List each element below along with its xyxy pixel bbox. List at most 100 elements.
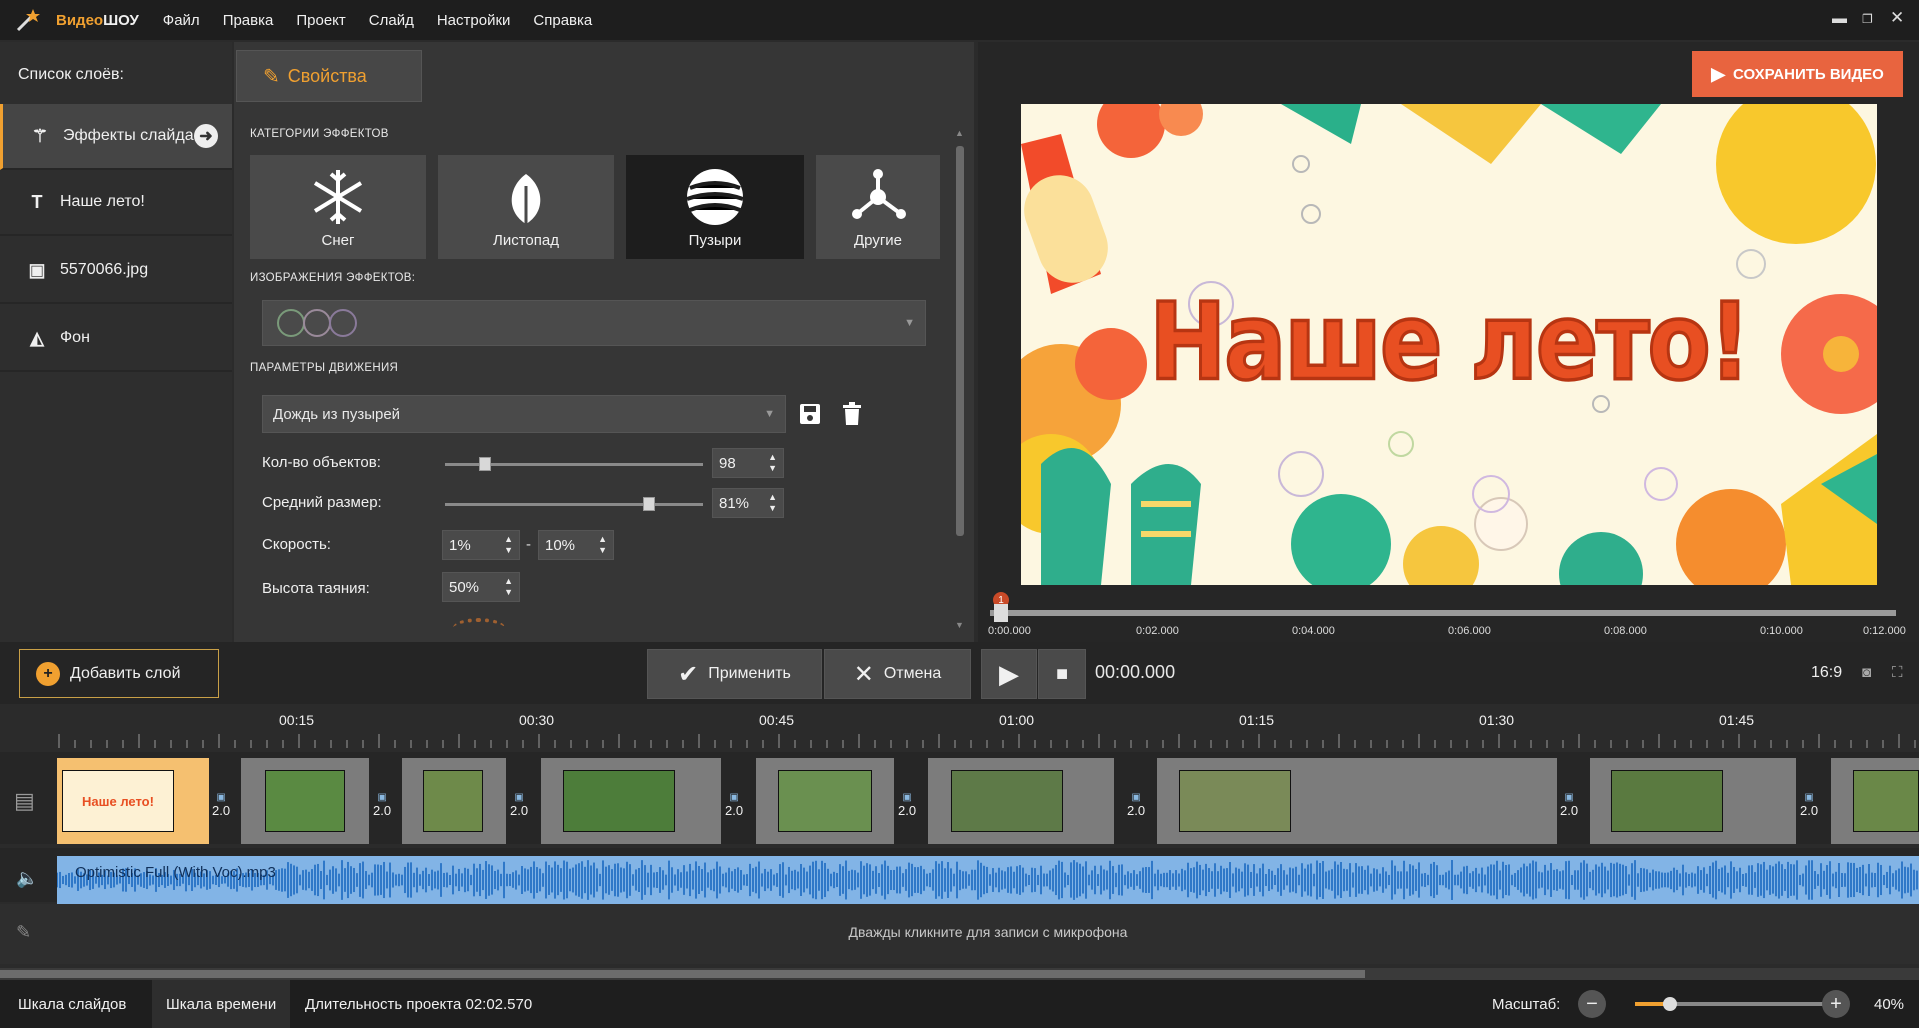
motion-title: ПАРАМЕТРЫ ДВИЖЕНИЯ: [250, 362, 399, 374]
image-icon: ▣: [28, 259, 46, 280]
transition-duration[interactable]: ▣ 2.0: [725, 788, 743, 818]
status-bar: Шкала слайдов Шкала времени Длительность…: [0, 980, 1919, 1028]
apply-button[interactable]: ✔ Применить: [647, 649, 822, 699]
menu-project[interactable]: Проект: [296, 12, 345, 29]
trash-icon[interactable]: [842, 402, 862, 426]
layer-item-text[interactable]: T Наше лето!: [0, 170, 232, 236]
transition-duration[interactable]: ▣ 2.0: [898, 788, 916, 818]
menu-settings[interactable]: Настройки: [437, 12, 511, 29]
category-snow[interactable]: Снег: [250, 155, 426, 259]
cancel-button[interactable]: ✕ Отмена: [824, 649, 971, 699]
fullscreen-icon[interactable]: ⛶: [1892, 664, 1903, 681]
preview-canvas[interactable]: Наше лето!: [1021, 104, 1877, 585]
close-icon[interactable]: ✕: [1890, 8, 1904, 28]
preview-tick: 0:08.000: [1604, 625, 1647, 637]
transition-duration[interactable]: ▣ 2.0: [1127, 788, 1145, 818]
motion-preset-select[interactable]: Дождь из пузырей ▼: [262, 395, 786, 433]
menu-bar: ВидеоШОУ Файл Правка Проект Слайд Настро…: [0, 0, 1919, 40]
transition-duration[interactable]: ▣ 2.0: [212, 788, 230, 818]
menu-edit[interactable]: Правка: [223, 12, 274, 29]
transition-duration[interactable]: ▣ 2.0: [1800, 788, 1818, 818]
transition-duration[interactable]: ▣ 2.0: [1560, 788, 1578, 818]
timeline-scrollbar[interactable]: [0, 968, 1919, 980]
category-other[interactable]: Другие: [816, 155, 940, 259]
scroll-up-icon[interactable]: ▲: [955, 128, 964, 138]
transition-duration[interactable]: ▣ 2.0: [510, 788, 528, 818]
save-video-button[interactable]: ▶ СОХРАНИТЬ ВИДЕО: [1692, 51, 1903, 97]
spin-arrows-icon[interactable]: ▲ ▼: [598, 534, 607, 556]
transition-duration[interactable]: ▣ 2.0: [373, 788, 391, 818]
stop-button[interactable]: ■: [1038, 649, 1086, 699]
menu-slide[interactable]: Слайд: [369, 12, 414, 29]
preview-title-text: Наше лето!: [1148, 279, 1752, 405]
speed-label: Скорость:: [262, 536, 331, 553]
preview-tick: 0:04.000: [1292, 625, 1335, 637]
speed-min-spinbox[interactable]: 1% ▲ ▼: [442, 530, 520, 560]
zoom-slider-knob[interactable]: [1663, 997, 1677, 1011]
layer-item-background[interactable]: ◭ Фон: [0, 306, 232, 372]
minimize-icon[interactable]: ▬: [1832, 10, 1847, 27]
preview-seek-knob[interactable]: [994, 604, 1008, 622]
transition-icon: ▣: [377, 792, 387, 803]
size-slider-track[interactable]: [445, 503, 703, 506]
effect-images-select[interactable]: ▼: [262, 300, 926, 346]
spin-arrows-icon[interactable]: ▲ ▼: [504, 576, 513, 598]
magic-wand-logo-icon: [16, 9, 40, 32]
layer-item-image[interactable]: ▣ 5570066.jpg: [0, 238, 232, 304]
count-slider-knob[interactable]: [479, 457, 491, 471]
time-display: 00:00.000: [1095, 662, 1176, 682]
preview-tick: 0:02.000: [1136, 625, 1179, 637]
zoom-in-button[interactable]: +: [1822, 990, 1850, 1018]
aspect-ratio[interactable]: 16:9: [1811, 664, 1842, 682]
speed-separator: -: [526, 536, 531, 553]
scroll-down-icon[interactable]: ▼: [955, 620, 964, 630]
melt-label: Высота таяния:: [262, 580, 370, 597]
speed-max-spinbox[interactable]: 10% ▲ ▼: [538, 530, 614, 560]
count-label: Кол-во объектов:: [262, 454, 381, 471]
transition-icon: ▣: [216, 792, 226, 803]
spin-arrows-icon[interactable]: ▲ ▼: [504, 534, 513, 556]
play-icon: ▶: [999, 658, 1019, 689]
tab-time-scale[interactable]: Шкала времени: [152, 980, 291, 1028]
menu-file[interactable]: Файл: [163, 12, 200, 29]
preview-tick: 0:00.000: [988, 625, 1031, 637]
restore-icon[interactable]: ❐: [1862, 12, 1873, 26]
count-spinbox[interactable]: 98 ▲ ▼: [712, 448, 784, 478]
spin-arrows-icon[interactable]: ▲ ▼: [768, 452, 777, 474]
add-layer-button[interactable]: + Добавить слой: [19, 649, 219, 698]
menu-help[interactable]: Справка: [533, 12, 592, 29]
clip-thumbnail: [951, 770, 1063, 832]
layer-label: Наше лето!: [60, 193, 145, 210]
melt-spinbox[interactable]: 50% ▲ ▼: [442, 572, 520, 602]
layer-label: Фон: [60, 329, 90, 346]
save-preset-icon[interactable]: [799, 403, 821, 425]
preview-tick: 0:06.000: [1448, 625, 1491, 637]
category-leaf-fall[interactable]: Листопад: [438, 155, 614, 259]
preview-seek-track[interactable]: [990, 610, 1896, 616]
size-spinbox[interactable]: 81% ▲ ▼: [712, 488, 784, 518]
tab-label: Свойства: [287, 65, 367, 86]
properties-scrollbar[interactable]: [956, 146, 964, 536]
paint-bucket-icon: ◭: [30, 327, 44, 348]
size-slider-knob[interactable]: [643, 497, 655, 511]
ruler-label: 01:45: [1719, 712, 1755, 728]
clip-thumbnail: [563, 770, 675, 832]
ruler-label: 00:15: [279, 712, 315, 728]
tab-properties[interactable]: ✎ Свойства: [236, 50, 422, 102]
arrow-right-icon[interactable]: ➜: [194, 124, 218, 148]
scroll-thumb[interactable]: [0, 970, 1365, 978]
spin-arrows-icon[interactable]: ▲ ▼: [768, 492, 777, 514]
tab-slide-scale[interactable]: Шкала слайдов: [4, 980, 140, 1028]
audio-clip[interactable]: Optimistic Full (With Voc).mp3: [57, 856, 1919, 904]
transition-icon: ▣: [514, 792, 524, 803]
layer-label: 5570066.jpg: [60, 261, 149, 278]
chevron-down-icon: ▼: [904, 317, 915, 329]
category-bubbles[interactable]: Пузыри: [626, 155, 804, 259]
zoom-out-button[interactable]: −: [1578, 990, 1606, 1018]
camera-icon[interactable]: ◙: [1862, 664, 1871, 681]
dial-icon[interactable]: [453, 618, 505, 638]
layer-item-slide-effects[interactable]: ⚚ Эффекты слайда ➜: [0, 104, 232, 170]
play-button[interactable]: ▶: [981, 649, 1037, 699]
ruler-label: 01:15: [1239, 712, 1275, 728]
clip-thumbnail: [778, 770, 872, 832]
